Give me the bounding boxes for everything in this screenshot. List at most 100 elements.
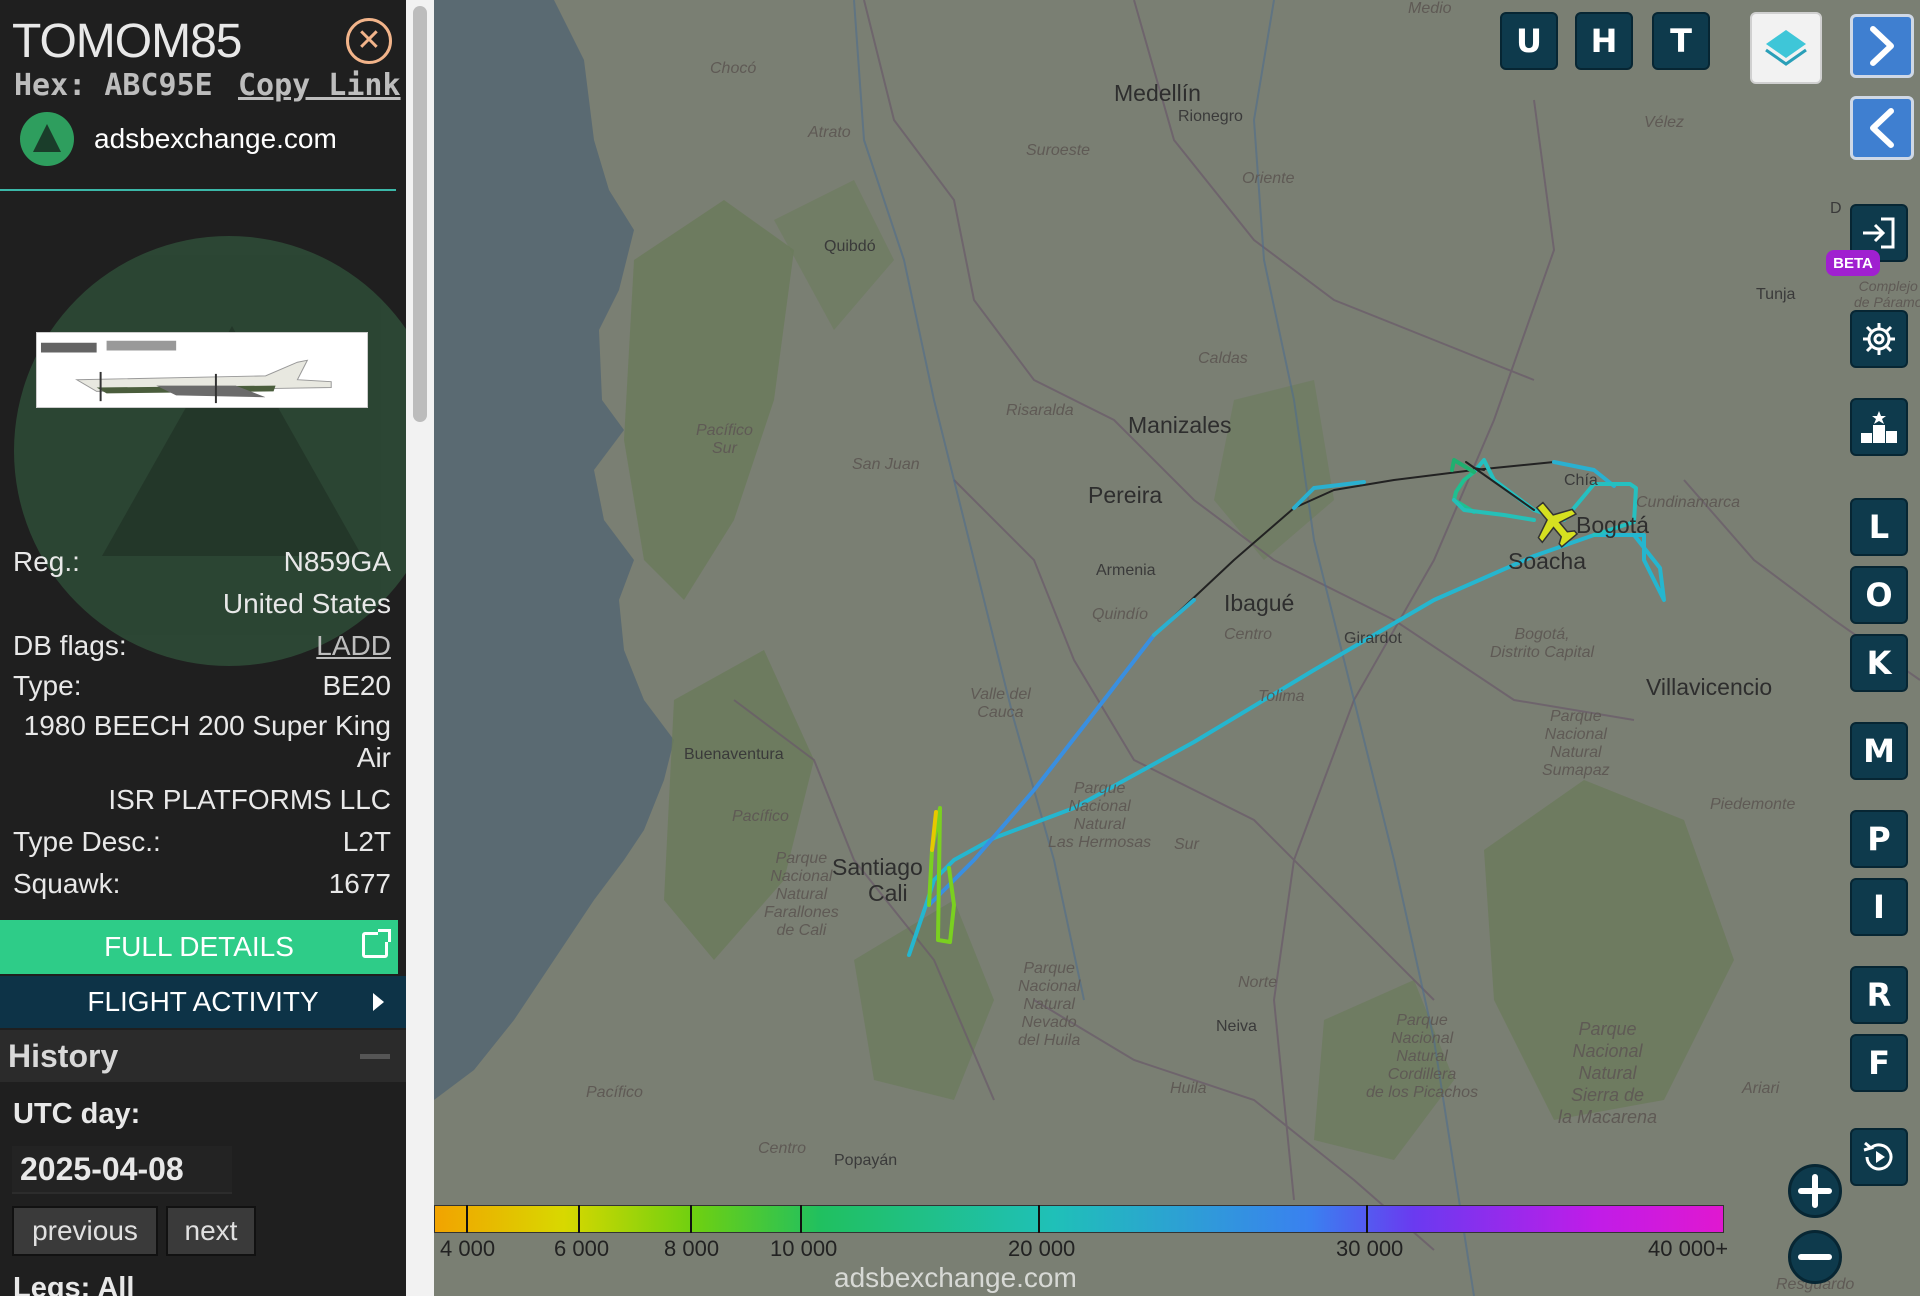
legend-tick xyxy=(1366,1205,1368,1233)
type-value: BE20 xyxy=(322,670,392,701)
replay-icon xyxy=(1863,1141,1893,1171)
squawk-value: 1677 xyxy=(328,868,391,899)
map-label-park-picachos: Parque Nacional Natural Cordillera de lo… xyxy=(1366,1012,1479,1101)
map-label-buenaventura: Buenaventura xyxy=(684,746,784,763)
altitude-color-legend xyxy=(434,1205,1724,1233)
map-canvas[interactable] xyxy=(434,0,1920,1296)
map-button-o[interactable]: O xyxy=(1850,566,1908,624)
previous-day-button[interactable]: previous xyxy=(12,1206,158,1256)
adsb-brand-link[interactable]: adsbexchange.com xyxy=(20,112,337,166)
map-label-cali: Cali xyxy=(868,880,908,906)
db-flags-label: DB flags: xyxy=(13,630,127,661)
chevron-right-icon xyxy=(1870,26,1894,66)
replay-button[interactable] xyxy=(1850,1128,1908,1186)
db-flags-link[interactable]: LADD xyxy=(316,630,391,662)
map-button-k[interactable]: K xyxy=(1850,634,1908,692)
map-label-bogota: Bogotá xyxy=(1576,512,1649,538)
layers-icon xyxy=(1765,30,1807,66)
zoom-out-button[interactable] xyxy=(1788,1230,1842,1284)
map-button-m[interactable]: M xyxy=(1850,722,1908,780)
history-section-header[interactable]: History xyxy=(0,1030,406,1082)
map-button-p[interactable]: P xyxy=(1850,810,1908,868)
close-panel-button[interactable]: ✕ xyxy=(346,18,392,64)
map-label-risaralda: Risaralda xyxy=(1006,402,1074,419)
map-label-ibague: Ibagué xyxy=(1224,590,1295,616)
country-value: United States xyxy=(222,588,391,619)
legend-label: 20 000 xyxy=(1008,1236,1076,1261)
type-desc-value: L2T xyxy=(342,826,391,857)
map-button-t[interactable]: T xyxy=(1652,12,1710,70)
map-label-medio: Medio xyxy=(1408,0,1452,17)
utc-day-input[interactable]: 2025-04-08 xyxy=(12,1146,232,1194)
map-label-valle: Valle del Cauca xyxy=(970,686,1031,721)
reg-label: Reg.: xyxy=(13,546,80,577)
hex-label: Hex: xyxy=(14,68,87,103)
chevron-right-icon xyxy=(373,993,384,1011)
map-label-manizales: Manizales xyxy=(1128,412,1232,438)
map-label-medellin: Medellín xyxy=(1114,80,1201,106)
forest-region xyxy=(1214,380,1334,560)
map-label-huila: Huila xyxy=(1170,1080,1207,1097)
collapse-icon[interactable] xyxy=(360,1054,390,1059)
map-layers-button[interactable] xyxy=(1750,12,1822,84)
map-label-quindio: Quindío xyxy=(1092,606,1149,623)
map-label-santiago: Santiago xyxy=(832,854,923,880)
legend-label: 10 000 xyxy=(770,1236,838,1261)
hex-row: Hex: ABC95E Copy Link xyxy=(14,68,401,103)
close-icon: ✕ xyxy=(356,24,382,57)
expand-panel-button[interactable] xyxy=(1850,14,1914,78)
legend-tick xyxy=(800,1205,802,1233)
zoom-in-button[interactable] xyxy=(1788,1164,1842,1218)
map-label-popayan: Popayán xyxy=(834,1152,898,1169)
legend-tick xyxy=(690,1205,692,1233)
map-watermark: adsbexchange.com xyxy=(834,1262,1077,1293)
full-details-button[interactable]: FULL DETAILS xyxy=(0,920,398,974)
map-button-h[interactable]: H xyxy=(1575,12,1633,70)
legend-label: 8 000 xyxy=(664,1236,720,1261)
history-title: History xyxy=(8,1038,119,1074)
legs-label: Legs: All xyxy=(13,1272,135,1296)
settings-button[interactable] xyxy=(1850,310,1908,368)
map-label-pacifico2: Pacífico xyxy=(586,1084,643,1101)
map-label-atrato: Atrato xyxy=(808,124,851,141)
map-label-san-juan: San Juan xyxy=(852,456,920,473)
map-label-norte: Norte xyxy=(1238,974,1278,991)
callsign-title: TOMOM85 xyxy=(12,15,242,68)
map-button-r[interactable]: R xyxy=(1850,966,1908,1024)
map-view[interactable]: Medellín Rionegro Manizales Pereira Arme… xyxy=(434,0,1920,1296)
map-button-i[interactable]: I xyxy=(1850,878,1908,936)
map-label-tolima: Tolima xyxy=(1258,688,1305,705)
type-label: Type: xyxy=(13,670,82,701)
map-label-suroeste: Suroeste xyxy=(1026,142,1091,159)
sidebar-scrollbar[interactable] xyxy=(406,0,434,1296)
aircraft-owner: ISR PLATFORMS LLC xyxy=(108,784,391,815)
next-day-button[interactable]: next xyxy=(166,1206,256,1256)
aircraft-photo[interactable] xyxy=(36,332,368,408)
pacific-ocean xyxy=(434,0,674,1100)
legend-label: 40 000+ xyxy=(1648,1236,1729,1261)
full-details-label: FULL DETAILS xyxy=(104,931,294,962)
map-label-sur: Sur xyxy=(1174,836,1199,853)
map-label-cundinamarca: Cundinamarca xyxy=(1636,494,1741,511)
aircraft-info-panel: TOMOM85 ✕ Hex: ABC95E Copy Link adsbexch… xyxy=(0,0,406,1296)
type-desc-label: Type Desc.: xyxy=(13,826,161,857)
map-label-rionegro: Rionegro xyxy=(1178,108,1243,125)
map-button-f[interactable]: F xyxy=(1850,1034,1908,1092)
beta-badge: BETA xyxy=(1826,250,1880,276)
gear-icon xyxy=(1863,323,1895,355)
scrollbar-thumb[interactable] xyxy=(413,6,427,422)
flight-activity-button[interactable]: FLIGHT ACTIVITY xyxy=(0,976,406,1028)
leaderboard-button[interactable] xyxy=(1850,398,1908,456)
map-label-oriente: Oriente xyxy=(1242,170,1295,187)
legend-tick xyxy=(578,1205,580,1233)
collapse-panel-button[interactable] xyxy=(1850,96,1914,160)
map-label-tunja: Tunja xyxy=(1756,286,1796,303)
map-label-ariari: Ariari xyxy=(1742,1080,1780,1097)
chevron-left-icon xyxy=(1870,108,1894,148)
minus-icon xyxy=(1798,1254,1832,1260)
divider xyxy=(0,189,396,191)
map-button-l[interactable]: L xyxy=(1850,498,1908,556)
map-button-u[interactable]: U xyxy=(1500,12,1558,70)
map-label-soacha: Soacha xyxy=(1508,548,1587,574)
copy-link-button[interactable]: Copy Link xyxy=(238,68,401,103)
